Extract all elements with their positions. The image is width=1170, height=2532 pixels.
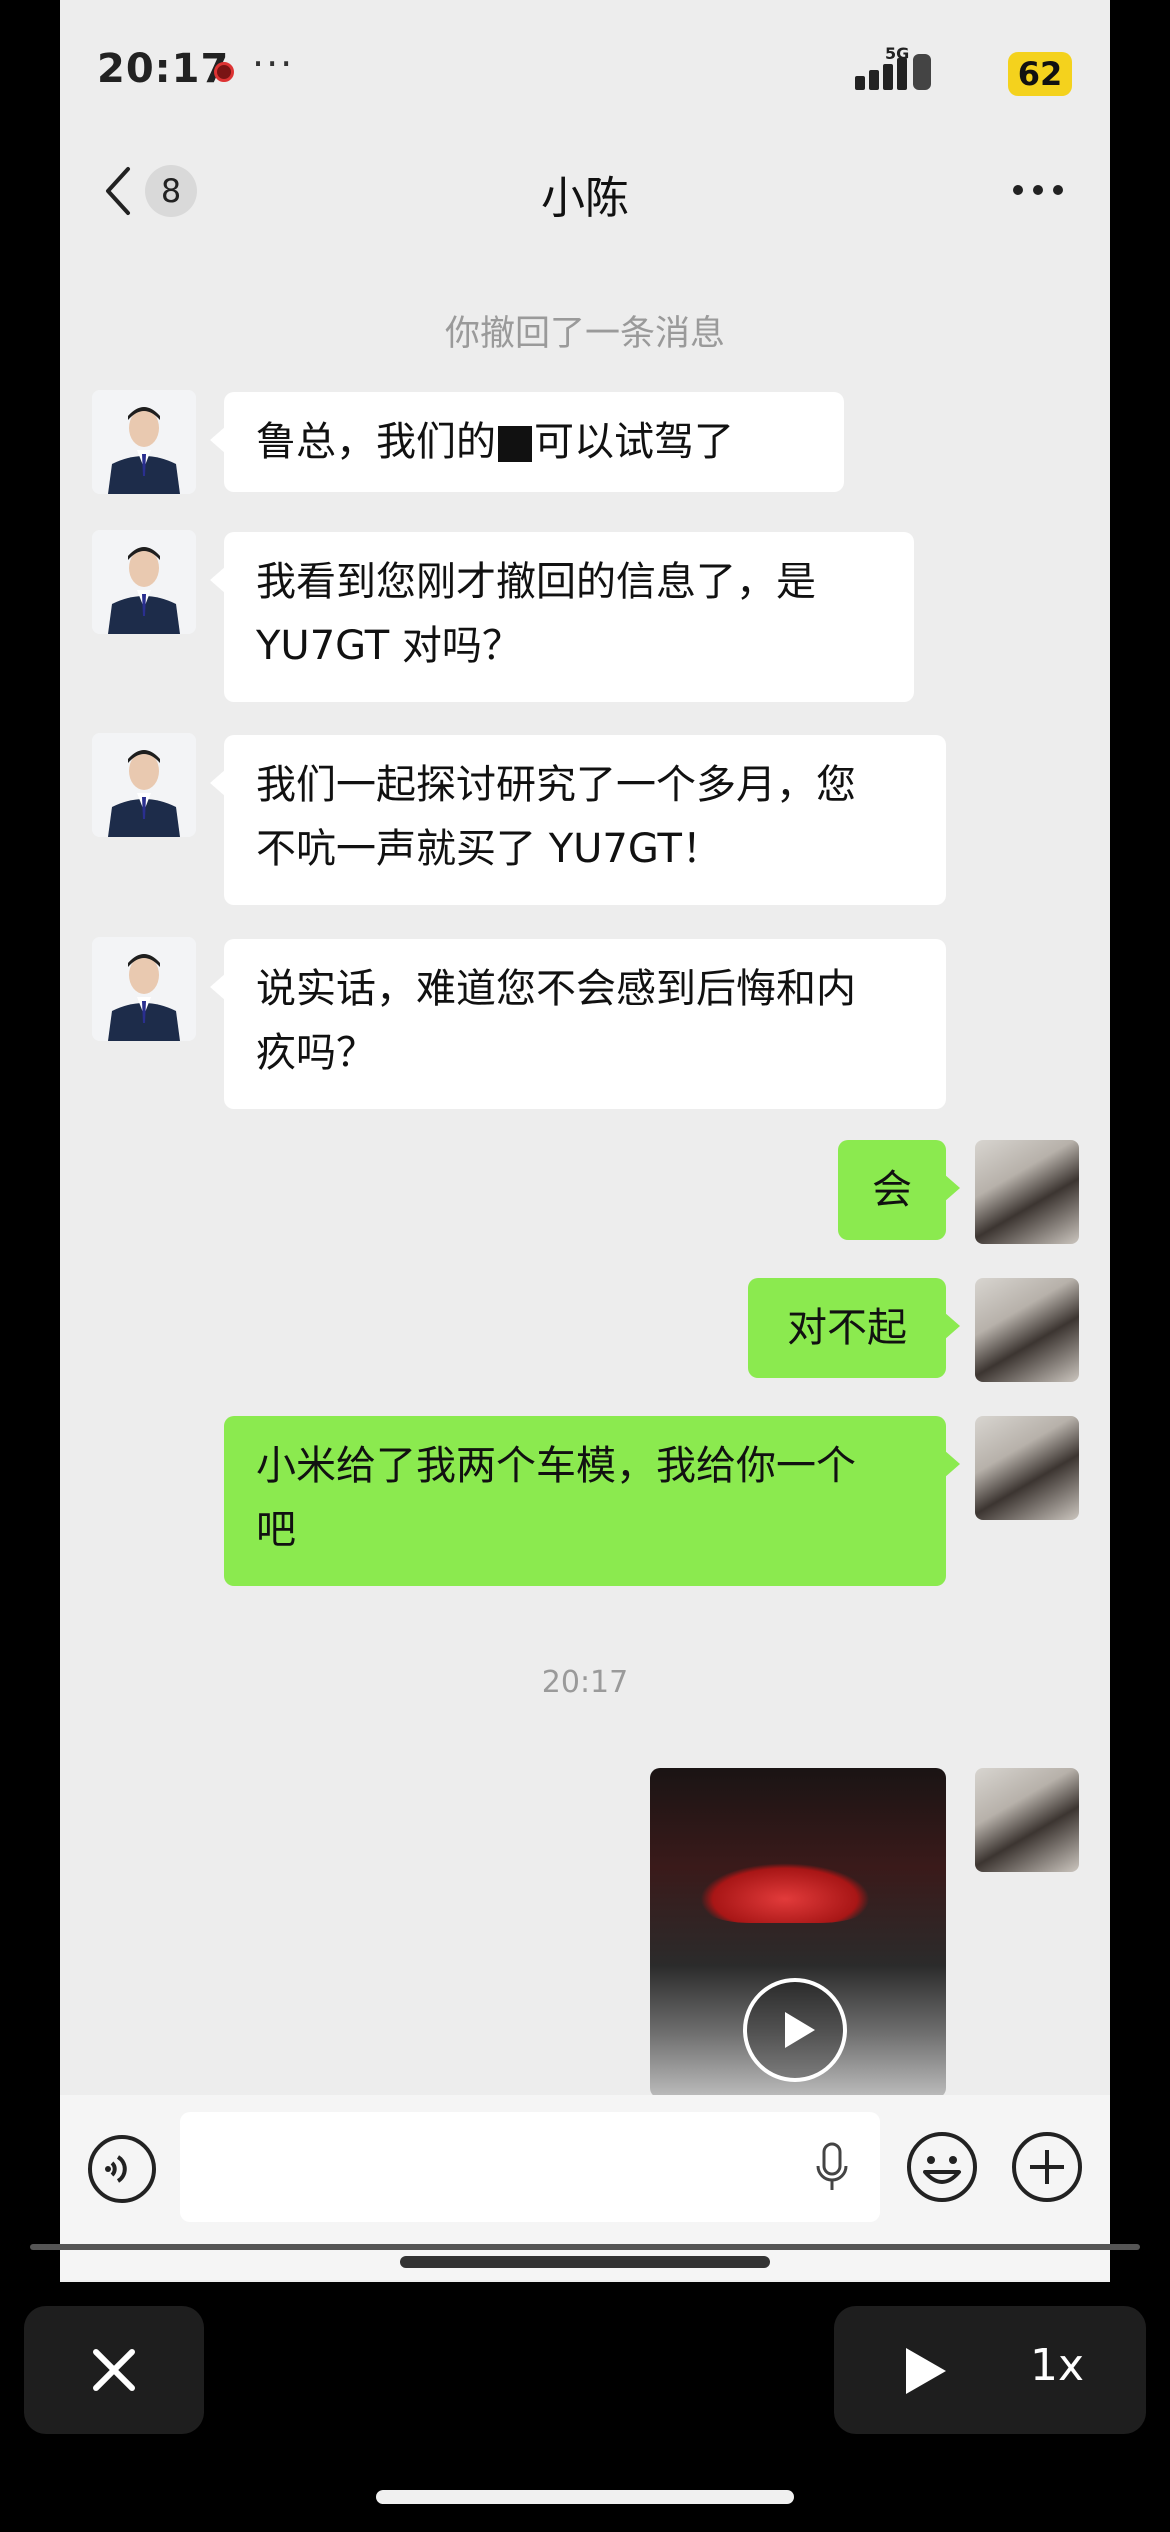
person-icon: [92, 390, 196, 494]
message-text: 我看到您刚才撤回的信息了，是: [256, 559, 816, 605]
network-label: 5G: [885, 44, 910, 63]
outgoing-message[interactable]: 对不起: [748, 1278, 960, 1378]
play-icon[interactable]: [743, 1978, 847, 2082]
contact-avatar[interactable]: [92, 390, 196, 494]
contact-avatar[interactable]: [92, 937, 196, 1041]
message-text: 吧: [256, 1507, 296, 1553]
message-text: YU7GT 对吗？: [256, 623, 522, 669]
recording-indicator-icon: [214, 62, 234, 82]
message-text: 不吭一声就买了 YU7GT！: [256, 826, 722, 872]
chat-title: 小陈: [541, 173, 629, 224]
microphone-icon[interactable]: [812, 2140, 852, 2196]
video-message[interactable]: [650, 1768, 946, 2098]
my-avatar[interactable]: [975, 1416, 1079, 1520]
incoming-message[interactable]: 我们一起探讨研究了一个多月，您 不吭一声就买了 YU7GT！: [210, 735, 946, 905]
redacted-mark: [498, 426, 532, 462]
message-text: 疚吗？: [256, 1030, 376, 1076]
status-more-icon: ···: [252, 42, 295, 86]
more-options-icon[interactable]: [1008, 170, 1068, 210]
voice-input-icon[interactable]: [86, 2133, 158, 2205]
outgoing-message[interactable]: 小米给了我两个车模，我给你一个 吧: [224, 1416, 960, 1586]
my-avatar[interactable]: [975, 1278, 1079, 1382]
playback-controls[interactable]: [834, 2306, 1146, 2434]
recalled-message-note: 你撤回了一条消息: [444, 314, 725, 354]
emoji-icon[interactable]: [905, 2130, 979, 2204]
battery-indicator: 62: [1008, 52, 1072, 96]
close-icon: [93, 2349, 135, 2391]
message-text: 鲁总，我们的: [256, 419, 496, 465]
message-text: 小米给了我两个车模，我给你一个: [256, 1443, 856, 1489]
message-text: 我们一起探讨研究了一个多月，您: [256, 762, 856, 808]
add-attachment-icon[interactable]: [1010, 2130, 1084, 2204]
incoming-message[interactable]: 我看到您刚才撤回的信息了，是 YU7GT 对吗？: [210, 532, 914, 702]
my-avatar[interactable]: [975, 1140, 1079, 1244]
play-icon[interactable]: [834, 2306, 994, 2434]
contact-avatar[interactable]: [92, 733, 196, 837]
video-scrubber[interactable]: [30, 2244, 1140, 2250]
timestamp-divider: 20:17: [541, 1665, 629, 1700]
message-input[interactable]: [180, 2112, 880, 2222]
play-triangle-icon: [785, 2012, 815, 2048]
contact-avatar[interactable]: [92, 530, 196, 634]
message-text: 可以试驾了: [534, 419, 734, 465]
person-icon: [92, 733, 196, 837]
incoming-message[interactable]: 说实话，难道您不会感到后悔和内 疚吗？: [210, 939, 946, 1109]
car-thumbnail: [700, 1863, 870, 1923]
playback-speed-button[interactable]: 1x: [1030, 2340, 1084, 2391]
status-time: 20:17: [97, 46, 230, 92]
close-button[interactable]: [24, 2306, 204, 2434]
incoming-message[interactable]: 鲁总，我们的 可以试驾了: [210, 392, 844, 492]
system-home-indicator: [376, 2490, 794, 2504]
outgoing-message[interactable]: 会: [838, 1140, 960, 1240]
my-avatar[interactable]: [975, 1768, 1079, 1872]
person-icon: [92, 530, 196, 634]
person-icon: [92, 937, 196, 1041]
message-text: 说实话，难道您不会感到后悔和内: [256, 966, 856, 1012]
home-indicator: [400, 2256, 770, 2268]
